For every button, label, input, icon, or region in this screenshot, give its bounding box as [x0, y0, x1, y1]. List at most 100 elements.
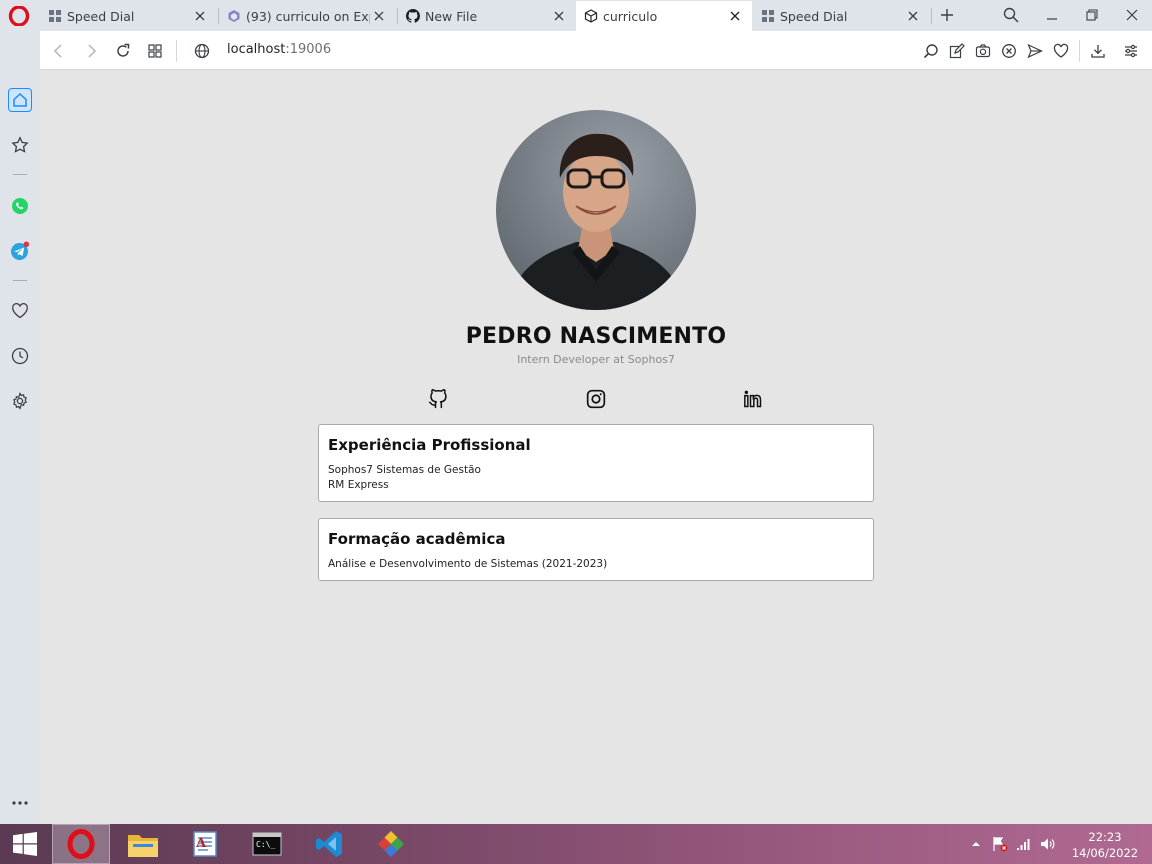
downloads-button[interactable]	[1087, 40, 1109, 62]
easy-setup-button[interactable]	[946, 40, 968, 62]
site-info-button[interactable]	[191, 40, 213, 62]
plus-icon	[941, 9, 953, 21]
page-search-button[interactable]	[920, 40, 942, 62]
snapshot-button[interactable]	[972, 40, 994, 62]
globe-icon	[194, 43, 210, 59]
star-icon	[11, 136, 29, 153]
sidebar-item-speed-dial[interactable]	[8, 88, 32, 112]
sidebar-item-my-flow[interactable]	[8, 299, 32, 323]
diamond-app-icon	[378, 831, 404, 857]
url-port: :19006	[285, 42, 332, 57]
tab-label: Speed Dial	[780, 8, 848, 24]
clock-date: 14/06/2022	[1071, 846, 1139, 860]
chevron-up-icon	[972, 842, 980, 846]
url-host: localhost	[227, 42, 286, 57]
opera-menu-icon[interactable]	[8, 6, 30, 26]
tab-search-button[interactable]	[998, 4, 1024, 26]
taskbar-file-explorer[interactable]	[114, 824, 172, 864]
tab-github-new-file[interactable]: New File	[398, 1, 576, 31]
telegram-icon	[11, 241, 30, 260]
toolbar-divider	[1079, 40, 1080, 62]
close-tab-icon[interactable]	[904, 7, 922, 25]
speed-dial-icon	[762, 10, 774, 22]
taskbar-opera[interactable]	[52, 824, 110, 864]
sidebar-item-settings[interactable]	[8, 389, 32, 413]
easy-setup-menu-button[interactable]	[1120, 40, 1142, 62]
close-tab-icon[interactable]	[191, 7, 209, 25]
tab-expo[interactable]: (93) curriculo on Expo S	[219, 1, 396, 31]
tab-bar: Speed Dial (93) curriculo on Expo S New …	[0, 0, 1152, 31]
folder-icon	[128, 835, 158, 857]
block-icon	[1002, 44, 1016, 58]
tab-label: curriculo	[603, 8, 658, 24]
clock-time: 22:23	[1088, 830, 1122, 844]
bookmark-button[interactable]	[1050, 40, 1072, 62]
show-hidden-icons-button[interactable]	[968, 836, 984, 852]
tab-speed-dial-1[interactable]: Speed Dial	[40, 1, 217, 31]
sidebar-item-telegram[interactable]	[8, 239, 32, 263]
avatar	[496, 110, 696, 310]
zoom-icon	[923, 44, 938, 59]
education-card: Formação acadêmica Análise e Desenvolvim…	[318, 518, 874, 581]
restore-icon	[1086, 9, 1098, 21]
back-button[interactable]	[48, 40, 70, 62]
sidebar-divider	[13, 174, 27, 175]
minimize-icon	[1047, 18, 1057, 20]
more-icon	[12, 801, 28, 805]
close-tab-icon[interactable]	[550, 7, 568, 25]
heart-icon	[1053, 43, 1069, 58]
address-bar: localhost:19006	[40, 31, 1152, 70]
github-link[interactable]	[427, 388, 449, 410]
close-tab-icon[interactable]	[726, 7, 744, 25]
experience-item: Sophos7 Sistemas de Gestão	[328, 464, 481, 476]
heart-icon	[12, 303, 28, 319]
instagram-icon	[586, 389, 606, 409]
github-icon	[428, 389, 447, 409]
gear-icon	[12, 392, 28, 410]
grid-icon	[148, 44, 162, 58]
sidebar-item-whatsapp[interactable]	[8, 194, 32, 218]
sidebar-item-history[interactable]	[8, 344, 32, 368]
windows-logo-icon	[13, 832, 37, 856]
reload-button[interactable]	[112, 40, 134, 62]
tab-label: New File	[425, 8, 478, 24]
clock-icon	[11, 347, 29, 365]
flag-alert-icon	[993, 837, 1008, 852]
terminal-icon: C:\_	[252, 832, 282, 856]
network-icon[interactable]	[1016, 836, 1032, 852]
adblock-button[interactable]	[998, 40, 1020, 62]
profile-name: PEDRO NASCIMENTO	[465, 324, 727, 349]
close-window-button[interactable]	[1119, 4, 1145, 26]
tab-curriculo[interactable]: curriculo	[576, 1, 752, 31]
arrow-left-icon	[53, 44, 62, 58]
send-icon	[1027, 43, 1043, 59]
taskbar-command-prompt[interactable]: C:\_	[238, 824, 296, 864]
minimize-button[interactable]	[1039, 4, 1065, 26]
url-field[interactable]: localhost:19006	[227, 42, 331, 57]
taskbar-vscode[interactable]	[300, 824, 358, 864]
linkedin-link[interactable]	[742, 388, 764, 410]
camera-icon	[975, 44, 991, 58]
svg-text:C:\_: C:\_	[256, 840, 275, 849]
instagram-link[interactable]	[585, 388, 607, 410]
action-center-flag[interactable]	[992, 836, 1008, 852]
tab-divider	[931, 8, 932, 24]
volume-button[interactable]	[1040, 836, 1056, 852]
codesandbox-icon	[584, 9, 598, 23]
start-button[interactable]	[0, 824, 50, 864]
forward-button[interactable]	[80, 40, 102, 62]
close-tab-icon[interactable]	[370, 7, 388, 25]
speaker-icon	[1041, 838, 1055, 850]
taskbar-wordpad[interactable]: A	[176, 824, 234, 864]
restore-button[interactable]	[1079, 4, 1105, 26]
expo-icon	[228, 10, 240, 22]
tab-overview-button[interactable]	[144, 40, 166, 62]
tab-speed-dial-2[interactable]: Speed Dial	[753, 1, 930, 31]
send-to-flow-button[interactable]	[1024, 40, 1046, 62]
sidebar-more-button[interactable]	[8, 791, 32, 815]
taskbar-git-app[interactable]	[362, 824, 420, 864]
new-tab-button[interactable]	[934, 4, 960, 26]
sidebar-item-bookmarks[interactable]	[8, 133, 32, 157]
taskbar-clock[interactable]: 22:23 14/06/2022	[1066, 829, 1144, 861]
education-title: Formação acadêmica	[328, 530, 506, 548]
